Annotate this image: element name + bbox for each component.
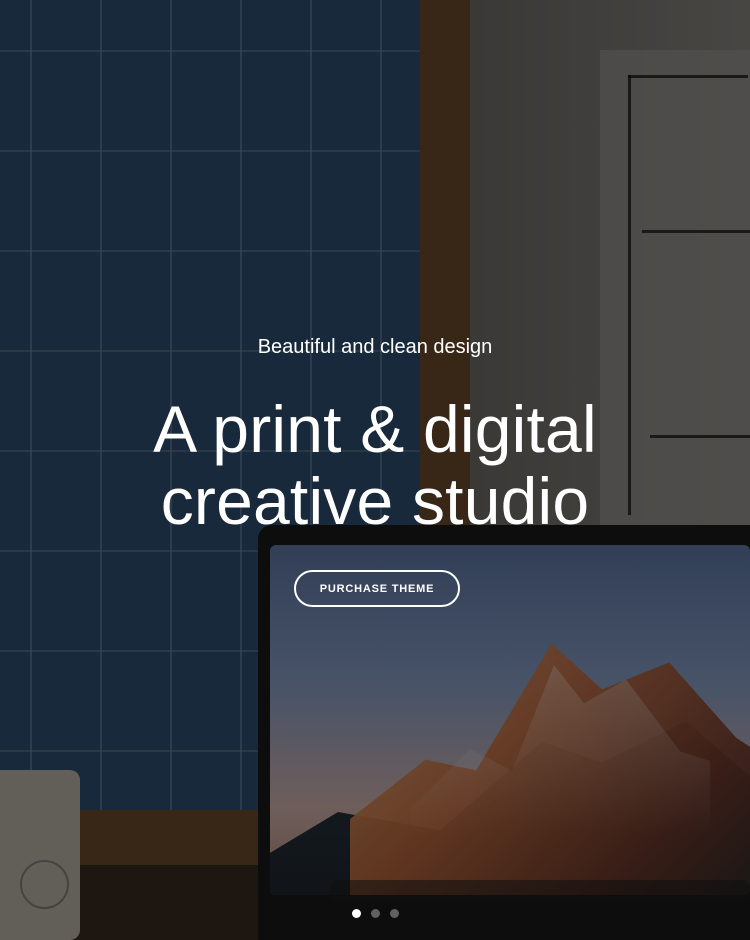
slider-dot-2[interactable]: [371, 908, 380, 918]
hero-headline-line2: creative studio: [160, 464, 590, 538]
slider-dot-1[interactable]: [352, 908, 361, 918]
slider-pagination: [352, 907, 412, 919]
hero-section: Beautiful and clean design A print & dig…: [0, 0, 750, 940]
slider-dot-3[interactable]: [390, 908, 399, 918]
purchase-theme-button[interactable]: PURCHASE THEME: [294, 570, 460, 607]
hero-content: Beautiful and clean design A print & dig…: [0, 0, 750, 940]
hero-headline-line1: A print & digital: [153, 392, 597, 466]
hero-eyebrow: Beautiful and clean design: [257, 336, 493, 358]
hero-headline: A print & digital creative studio: [0, 393, 750, 537]
